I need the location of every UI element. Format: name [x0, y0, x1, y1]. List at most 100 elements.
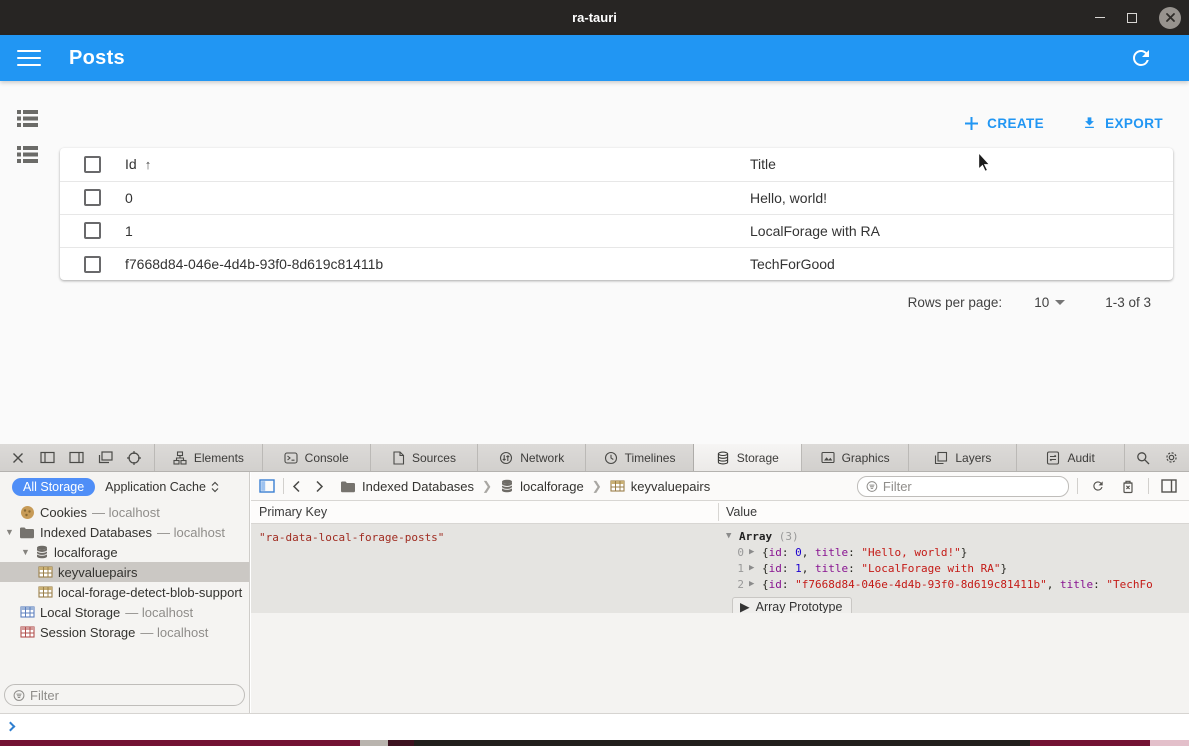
gear-icon[interactable] — [1159, 447, 1183, 469]
breadcrumb-localforage[interactable]: localforage — [500, 479, 584, 494]
storage-sidebar: All Storage Application Cache Cookies — … — [0, 472, 250, 713]
list-view-icon[interactable] — [17, 110, 38, 127]
chevron-collapsed-icon[interactable]: ▶ — [749, 563, 762, 573]
tree-item-session-storage[interactable]: Session Storage — localhost — [0, 622, 249, 642]
tab-console[interactable]: Console — [263, 444, 371, 471]
table-row[interactable]: 1 LocalForage with RA — [60, 214, 1173, 247]
folder-icon — [19, 526, 35, 539]
all-storage-button[interactable]: All Storage — [12, 478, 95, 496]
tab-storage[interactable]: Storage — [693, 444, 802, 471]
posts-table: Id↑ Title 0 Hello, world! 1 LocalForage … — [60, 148, 1173, 280]
list-view-icon-2[interactable] — [17, 146, 38, 163]
column-header-primary-key[interactable]: Primary Key — [259, 505, 327, 519]
chevron-separator-icon: ❯ — [482, 479, 492, 493]
chevron-collapsed-icon: ▶ — [740, 599, 750, 613]
row-checkbox[interactable] — [84, 189, 101, 206]
table-icon — [610, 480, 625, 492]
window-titlebar[interactable]: ra-tauri — [0, 0, 1189, 35]
sidebar-filter — [4, 684, 245, 706]
back-icon[interactable] — [292, 480, 301, 493]
database-icon — [500, 479, 514, 493]
object-tree-entry[interactable]: 0 ▶ {id: 0, title: "Hello, world!"} — [726, 544, 1189, 560]
breadcrumb-indexed-databases[interactable]: Indexed Databases — [340, 479, 474, 494]
refresh-icon[interactable] — [1129, 46, 1153, 70]
sort-asc-icon: ↑ — [145, 157, 152, 172]
application-cache-select[interactable]: Application Cache — [105, 480, 219, 494]
chevron-collapsed-icon[interactable]: ▶ — [749, 547, 762, 557]
close-inspector-icon[interactable] — [10, 450, 26, 466]
rows-per-page-select[interactable]: 10 — [1034, 295, 1065, 310]
cell-title: LocalForage with RA — [750, 214, 1173, 247]
table-row[interactable]: 0 Hello, world! — [60, 181, 1173, 214]
cell-title: TechForGood — [750, 247, 1173, 280]
row-checkbox[interactable] — [84, 256, 101, 273]
table-icon — [38, 586, 53, 598]
dock-side-icon[interactable] — [39, 450, 55, 466]
console-icon — [284, 451, 298, 465]
tree-item-indexed-databases[interactable]: ▼ Indexed Databases — localhost — [0, 522, 249, 542]
row-checkbox[interactable] — [84, 222, 101, 239]
column-divider[interactable] — [718, 503, 719, 521]
folder-icon — [340, 480, 356, 493]
maximize-icon[interactable] — [1127, 13, 1137, 23]
toggle-sidebar-icon[interactable] — [259, 479, 275, 493]
dock-bottom-icon[interactable] — [68, 450, 84, 466]
chevron-collapsed-icon[interactable]: ▶ — [749, 579, 762, 589]
reload-icon[interactable] — [1086, 475, 1110, 497]
chevron-expanded-icon[interactable]: ▼ — [726, 531, 739, 541]
tab-network[interactable]: Network — [478, 444, 586, 471]
inspector-controls — [0, 444, 155, 471]
tab-elements[interactable]: Elements — [155, 444, 263, 471]
minimize-icon[interactable] — [1095, 17, 1105, 19]
inspector-toolbar-right — [1125, 444, 1189, 471]
menu-icon[interactable] — [17, 50, 41, 67]
array-prototype-button[interactable]: ▶ Array Prototype — [732, 597, 852, 613]
tab-sources[interactable]: Sources — [371, 444, 479, 471]
tree-item-local-storage[interactable]: Local Storage — localhost — [0, 602, 249, 622]
chevron-expanded-icon[interactable]: ▼ — [21, 547, 30, 557]
chevron-expanded-icon[interactable]: ▼ — [5, 527, 14, 537]
audit-icon — [1046, 451, 1060, 465]
posts-list-view: CREATE EXPORT Id↑ Title 0 Hello — [0, 81, 1189, 444]
tab-graphics[interactable]: Graphics — [802, 444, 910, 471]
object-tree-entry[interactable]: 1 ▶ {id: 1, title: "LocalForage with RA"… — [726, 560, 1189, 576]
divider — [283, 478, 284, 494]
timelines-icon — [604, 451, 618, 465]
storage-icon — [716, 451, 730, 465]
close-icon[interactable] — [1159, 7, 1181, 29]
details-sidebar-icon[interactable] — [1157, 475, 1181, 497]
forward-icon[interactable] — [315, 480, 324, 493]
tree-item-local-forage-detect-blob-support[interactable]: local-forage-detect-blob-support — [0, 582, 249, 602]
tree-item-cookies[interactable]: Cookies — localhost — [0, 502, 249, 522]
table-header-row: Id↑ Title — [60, 148, 1173, 181]
breadcrumb-keyvaluepairs[interactable]: keyvaluepairs — [610, 479, 711, 494]
export-button[interactable]: EXPORT — [1076, 111, 1169, 135]
column-header-title[interactable]: Title — [750, 148, 1173, 181]
pagination: Rows per page: 10 1-3 of 3 — [908, 295, 1151, 310]
detach-window-icon[interactable] — [97, 450, 113, 466]
tree-item-localforage[interactable]: ▼ localforage — [0, 542, 249, 562]
select-all-checkbox[interactable] — [84, 156, 101, 173]
tab-audit[interactable]: Audit — [1017, 444, 1125, 471]
storage-record-row[interactable]: "ra-data-local-forage-posts" ▼ Array (3)… — [251, 524, 1189, 613]
create-button[interactable]: CREATE — [958, 111, 1050, 135]
layers-icon — [934, 451, 948, 465]
tab-timelines[interactable]: Timelines — [586, 444, 694, 471]
tab-layers[interactable]: Layers — [909, 444, 1017, 471]
sources-icon — [392, 451, 405, 465]
screen: ra-tauri Posts CREATE — [0, 0, 1189, 746]
web-inspector: Elements Console Sources Network Timelin… — [0, 444, 1189, 746]
sidebar-filter-input[interactable] — [30, 688, 236, 703]
column-header-id[interactable]: Id↑ — [125, 148, 750, 181]
quick-console[interactable] — [0, 713, 1189, 740]
inspect-element-icon[interactable] — [126, 450, 142, 466]
download-icon — [1082, 115, 1097, 131]
object-tree-entry[interactable]: 2 ▶ {id: "f7668d84-046e-4d4b-93f0-8d619c… — [726, 576, 1189, 592]
clear-storage-icon[interactable] — [1116, 475, 1140, 497]
object-tree-root[interactable]: ▼ Array (3) — [726, 528, 1189, 544]
tree-item-keyvaluepairs[interactable]: keyvaluepairs — [0, 562, 249, 582]
storage-filter-input[interactable] — [883, 479, 1060, 494]
table-row[interactable]: f7668d84-046e-4d4b-93f0-8d619c81411b Tec… — [60, 247, 1173, 280]
column-header-value[interactable]: Value — [726, 505, 757, 519]
search-icon[interactable] — [1131, 447, 1155, 469]
